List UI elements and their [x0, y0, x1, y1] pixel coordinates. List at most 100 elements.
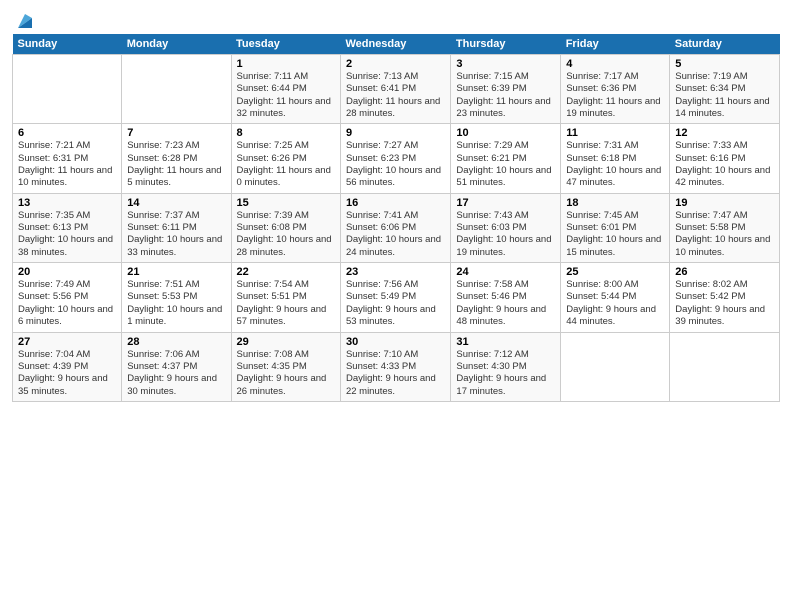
calendar-cell-2-6: 19Sunrise: 7:47 AM Sunset: 5:58 PM Dayli… — [670, 193, 780, 262]
cell-info: Sunrise: 7:56 AM Sunset: 5:49 PM Dayligh… — [346, 279, 445, 328]
cell-info: Sunrise: 7:12 AM Sunset: 4:30 PM Dayligh… — [456, 349, 555, 398]
cell-info: Sunrise: 7:58 AM Sunset: 5:46 PM Dayligh… — [456, 279, 555, 328]
cell-info: Sunrise: 7:51 AM Sunset: 5:53 PM Dayligh… — [127, 279, 225, 328]
cell-date: 15 — [237, 197, 335, 209]
cell-info: Sunrise: 7:15 AM Sunset: 6:39 PM Dayligh… — [456, 71, 555, 120]
cell-info: Sunrise: 7:33 AM Sunset: 6:16 PM Dayligh… — [675, 140, 774, 189]
header-friday: Friday — [561, 34, 670, 55]
calendar-cell-4-0: 27Sunrise: 7:04 AM Sunset: 4:39 PM Dayli… — [13, 332, 122, 401]
cell-date: 7 — [127, 127, 225, 139]
cell-date: 28 — [127, 336, 225, 348]
cell-info: Sunrise: 7:27 AM Sunset: 6:23 PM Dayligh… — [346, 140, 445, 189]
cell-info: Sunrise: 7:35 AM Sunset: 6:13 PM Dayligh… — [18, 210, 116, 259]
header-tuesday: Tuesday — [231, 34, 340, 55]
calendar-cell-3-4: 24Sunrise: 7:58 AM Sunset: 5:46 PM Dayli… — [451, 263, 561, 332]
cell-date: 6 — [18, 127, 116, 139]
cell-date: 16 — [346, 197, 445, 209]
calendar-cell-0-2: 1Sunrise: 7:11 AM Sunset: 6:44 PM Daylig… — [231, 55, 340, 124]
cell-info: Sunrise: 7:13 AM Sunset: 6:41 PM Dayligh… — [346, 71, 445, 120]
cell-info: Sunrise: 7:10 AM Sunset: 4:33 PM Dayligh… — [346, 349, 445, 398]
cell-date: 1 — [237, 58, 335, 70]
calendar-cell-1-5: 11Sunrise: 7:31 AM Sunset: 6:18 PM Dayli… — [561, 124, 670, 193]
cell-date: 4 — [566, 58, 664, 70]
cell-info: Sunrise: 7:39 AM Sunset: 6:08 PM Dayligh… — [237, 210, 335, 259]
calendar-cell-4-2: 29Sunrise: 7:08 AM Sunset: 4:35 PM Dayli… — [231, 332, 340, 401]
cell-date: 13 — [18, 197, 116, 209]
header-row: Sunday Monday Tuesday Wednesday Thursday… — [13, 34, 780, 55]
calendar-page: Sunday Monday Tuesday Wednesday Thursday… — [0, 0, 792, 612]
calendar-cell-4-3: 30Sunrise: 7:10 AM Sunset: 4:33 PM Dayli… — [340, 332, 450, 401]
cell-date: 2 — [346, 58, 445, 70]
cell-date: 5 — [675, 58, 774, 70]
header — [12, 10, 780, 28]
cell-info: Sunrise: 7:54 AM Sunset: 5:51 PM Dayligh… — [237, 279, 335, 328]
header-wednesday: Wednesday — [340, 34, 450, 55]
cell-info: Sunrise: 8:02 AM Sunset: 5:42 PM Dayligh… — [675, 279, 774, 328]
calendar-row-4: 27Sunrise: 7:04 AM Sunset: 4:39 PM Dayli… — [13, 332, 780, 401]
calendar-cell-3-1: 21Sunrise: 7:51 AM Sunset: 5:53 PM Dayli… — [122, 263, 231, 332]
cell-date: 3 — [456, 58, 555, 70]
cell-info: Sunrise: 8:00 AM Sunset: 5:44 PM Dayligh… — [566, 279, 664, 328]
calendar-row-2: 13Sunrise: 7:35 AM Sunset: 6:13 PM Dayli… — [13, 193, 780, 262]
calendar-body: 1Sunrise: 7:11 AM Sunset: 6:44 PM Daylig… — [13, 55, 780, 402]
calendar-row-3: 20Sunrise: 7:49 AM Sunset: 5:56 PM Dayli… — [13, 263, 780, 332]
calendar-cell-2-5: 18Sunrise: 7:45 AM Sunset: 6:01 PM Dayli… — [561, 193, 670, 262]
cell-date: 9 — [346, 127, 445, 139]
calendar-cell-2-2: 15Sunrise: 7:39 AM Sunset: 6:08 PM Dayli… — [231, 193, 340, 262]
cell-info: Sunrise: 7:31 AM Sunset: 6:18 PM Dayligh… — [566, 140, 664, 189]
cell-date: 19 — [675, 197, 774, 209]
cell-date: 14 — [127, 197, 225, 209]
calendar-table: Sunday Monday Tuesday Wednesday Thursday… — [12, 34, 780, 402]
cell-info: Sunrise: 7:19 AM Sunset: 6:34 PM Dayligh… — [675, 71, 774, 120]
cell-info: Sunrise: 7:49 AM Sunset: 5:56 PM Dayligh… — [18, 279, 116, 328]
cell-date: 30 — [346, 336, 445, 348]
calendar-cell-4-1: 28Sunrise: 7:06 AM Sunset: 4:37 PM Dayli… — [122, 332, 231, 401]
calendar-cell-0-4: 3Sunrise: 7:15 AM Sunset: 6:39 PM Daylig… — [451, 55, 561, 124]
calendar-cell-1-6: 12Sunrise: 7:33 AM Sunset: 6:16 PM Dayli… — [670, 124, 780, 193]
calendar-row-1: 6Sunrise: 7:21 AM Sunset: 6:31 PM Daylig… — [13, 124, 780, 193]
calendar-cell-4-5 — [561, 332, 670, 401]
cell-date: 27 — [18, 336, 116, 348]
calendar-cell-1-4: 10Sunrise: 7:29 AM Sunset: 6:21 PM Dayli… — [451, 124, 561, 193]
cell-info: Sunrise: 7:23 AM Sunset: 6:28 PM Dayligh… — [127, 140, 225, 189]
cell-date: 12 — [675, 127, 774, 139]
cell-date: 21 — [127, 266, 225, 278]
calendar-cell-3-5: 25Sunrise: 8:00 AM Sunset: 5:44 PM Dayli… — [561, 263, 670, 332]
cell-info: Sunrise: 7:21 AM Sunset: 6:31 PM Dayligh… — [18, 140, 116, 189]
cell-info: Sunrise: 7:41 AM Sunset: 6:06 PM Dayligh… — [346, 210, 445, 259]
logo-icon — [14, 10, 36, 32]
header-saturday: Saturday — [670, 34, 780, 55]
cell-date: 23 — [346, 266, 445, 278]
cell-info: Sunrise: 7:17 AM Sunset: 6:36 PM Dayligh… — [566, 71, 664, 120]
cell-date: 25 — [566, 266, 664, 278]
cell-info: Sunrise: 7:25 AM Sunset: 6:26 PM Dayligh… — [237, 140, 335, 189]
calendar-cell-1-3: 9Sunrise: 7:27 AM Sunset: 6:23 PM Daylig… — [340, 124, 450, 193]
cell-info: Sunrise: 7:11 AM Sunset: 6:44 PM Dayligh… — [237, 71, 335, 120]
header-sunday: Sunday — [13, 34, 122, 55]
cell-date: 22 — [237, 266, 335, 278]
calendar-cell-0-0 — [13, 55, 122, 124]
cell-info: Sunrise: 7:47 AM Sunset: 5:58 PM Dayligh… — [675, 210, 774, 259]
header-thursday: Thursday — [451, 34, 561, 55]
calendar-cell-1-1: 7Sunrise: 7:23 AM Sunset: 6:28 PM Daylig… — [122, 124, 231, 193]
cell-info: Sunrise: 7:29 AM Sunset: 6:21 PM Dayligh… — [456, 140, 555, 189]
calendar-cell-2-1: 14Sunrise: 7:37 AM Sunset: 6:11 PM Dayli… — [122, 193, 231, 262]
calendar-cell-0-5: 4Sunrise: 7:17 AM Sunset: 6:36 PM Daylig… — [561, 55, 670, 124]
cell-date: 26 — [675, 266, 774, 278]
cell-date: 29 — [237, 336, 335, 348]
cell-info: Sunrise: 7:37 AM Sunset: 6:11 PM Dayligh… — [127, 210, 225, 259]
cell-info: Sunrise: 7:08 AM Sunset: 4:35 PM Dayligh… — [237, 349, 335, 398]
calendar-cell-2-4: 17Sunrise: 7:43 AM Sunset: 6:03 PM Dayli… — [451, 193, 561, 262]
calendar-cell-2-3: 16Sunrise: 7:41 AM Sunset: 6:06 PM Dayli… — [340, 193, 450, 262]
cell-info: Sunrise: 7:45 AM Sunset: 6:01 PM Dayligh… — [566, 210, 664, 259]
calendar-header: Sunday Monday Tuesday Wednesday Thursday… — [13, 34, 780, 55]
calendar-cell-3-6: 26Sunrise: 8:02 AM Sunset: 5:42 PM Dayli… — [670, 263, 780, 332]
logo — [12, 10, 36, 28]
calendar-cell-3-0: 20Sunrise: 7:49 AM Sunset: 5:56 PM Dayli… — [13, 263, 122, 332]
calendar-cell-4-4: 31Sunrise: 7:12 AM Sunset: 4:30 PM Dayli… — [451, 332, 561, 401]
calendar-cell-0-3: 2Sunrise: 7:13 AM Sunset: 6:41 PM Daylig… — [340, 55, 450, 124]
cell-info: Sunrise: 7:04 AM Sunset: 4:39 PM Dayligh… — [18, 349, 116, 398]
cell-date: 20 — [18, 266, 116, 278]
cell-date: 18 — [566, 197, 664, 209]
calendar-cell-3-2: 22Sunrise: 7:54 AM Sunset: 5:51 PM Dayli… — [231, 263, 340, 332]
